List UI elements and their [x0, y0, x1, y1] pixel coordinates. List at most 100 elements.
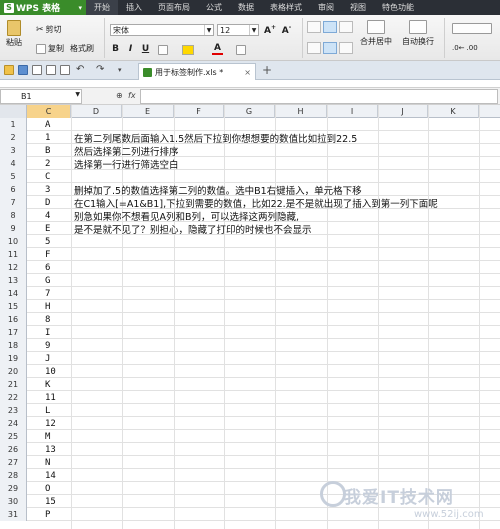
- row-header[interactable]: 13: [0, 274, 27, 287]
- cell-c[interactable]: 13: [27, 443, 71, 456]
- row-header[interactable]: 12: [0, 261, 27, 274]
- document-tab[interactable]: 用于标签制作.xls * ×: [138, 63, 256, 80]
- font-name-select[interactable]: 宋体 ▼: [110, 24, 214, 36]
- align-bottom-icon[interactable]: [339, 21, 353, 33]
- row-header[interactable]: 21: [0, 378, 27, 391]
- row-header[interactable]: 10: [0, 235, 27, 248]
- cell-c[interactable]: 7: [27, 287, 71, 300]
- cell-c[interactable]: 14: [27, 469, 71, 482]
- cell-c[interactable]: N: [27, 456, 71, 469]
- row-header[interactable]: 29: [0, 482, 27, 495]
- cell-c[interactable]: A: [27, 118, 71, 131]
- column-header-f[interactable]: F: [174, 105, 224, 118]
- open-folder-icon[interactable]: [4, 65, 14, 75]
- menu-table-style[interactable]: 表格样式: [262, 0, 310, 15]
- cell-d[interactable]: 删掉加了.5的数值选择第二列的数值。选中B1右键插入，单元格下移: [74, 183, 362, 197]
- zoom-search-icon[interactable]: ⊕: [116, 91, 123, 100]
- row-header[interactable]: 4: [0, 157, 27, 170]
- column-header-k[interactable]: K: [428, 105, 479, 118]
- cell-c[interactable]: 9: [27, 339, 71, 352]
- row-header[interactable]: 6: [0, 183, 27, 196]
- row-header[interactable]: 20: [0, 365, 27, 378]
- increase-font-icon[interactable]: A+: [264, 24, 276, 36]
- format-painter-button[interactable]: 格式刷: [70, 43, 94, 54]
- close-icon[interactable]: ×: [244, 68, 251, 77]
- save-icon[interactable]: [18, 65, 28, 75]
- menu-review[interactable]: 审阅: [310, 0, 342, 15]
- row-header[interactable]: 15: [0, 300, 27, 313]
- bold-icon[interactable]: B: [110, 44, 121, 54]
- cut-button[interactable]: ✂ 剪切: [36, 24, 62, 35]
- cell-c[interactable]: G: [27, 274, 71, 287]
- align-center-icon[interactable]: [323, 42, 337, 54]
- cell-c[interactable]: E: [27, 222, 71, 235]
- row-header[interactable]: 22: [0, 391, 27, 404]
- row-header[interactable]: 24: [0, 417, 27, 430]
- font-size-select[interactable]: 12 ▼: [217, 24, 259, 36]
- cell-c[interactable]: D: [27, 196, 71, 209]
- merge-center-button[interactable]: 合并居中: [360, 20, 392, 47]
- number-format-icon[interactable]: [452, 23, 492, 34]
- menu-data[interactable]: 数据: [230, 0, 262, 15]
- cell-c[interactable]: 8: [27, 313, 71, 326]
- row-header[interactable]: 14: [0, 287, 27, 300]
- column-header-e[interactable]: E: [122, 105, 174, 118]
- row-header[interactable]: 28: [0, 469, 27, 482]
- borders-icon[interactable]: [158, 45, 168, 55]
- row-header[interactable]: 1: [0, 118, 27, 131]
- print-icon[interactable]: [32, 65, 42, 75]
- column-header-j[interactable]: J: [378, 105, 428, 118]
- cell-c[interactable]: 1: [27, 131, 71, 144]
- paste-button[interactable]: 粘贴: [6, 20, 22, 48]
- menu-special[interactable]: 特色功能: [374, 0, 422, 15]
- cell-c[interactable]: 11: [27, 391, 71, 404]
- row-header[interactable]: 27: [0, 456, 27, 469]
- wrap-text-button[interactable]: 自动换行: [402, 20, 434, 47]
- decimal-icons[interactable]: .0← .00: [452, 44, 478, 52]
- cell-c[interactable]: F: [27, 248, 71, 261]
- align-left-icon[interactable]: [307, 42, 321, 54]
- row-header[interactable]: 23: [0, 404, 27, 417]
- cell-c[interactable]: 5: [27, 235, 71, 248]
- row-header[interactable]: 11: [0, 248, 27, 261]
- cell-c[interactable]: I: [27, 326, 71, 339]
- fx-icon[interactable]: fx: [128, 91, 136, 100]
- export-pdf-icon[interactable]: [60, 65, 70, 75]
- cell-c[interactable]: B: [27, 144, 71, 157]
- column-header-c[interactable]: C: [27, 105, 71, 118]
- cell-c[interactable]: P: [27, 508, 71, 521]
- cell-d[interactable]: 是不是就不见了？别担心，隐藏了打印的时候也不会显示: [74, 222, 312, 236]
- row-header[interactable]: 7: [0, 196, 27, 209]
- row-header[interactable]: 18: [0, 339, 27, 352]
- row-header[interactable]: 3: [0, 144, 27, 157]
- redo-icon[interactable]: ↷: [96, 65, 106, 75]
- row-header[interactable]: 9: [0, 222, 27, 235]
- column-header-i[interactable]: I: [327, 105, 378, 118]
- row-header[interactable]: 16: [0, 313, 27, 326]
- cell-d[interactable]: 别急如果你不想看见A列和B列，可以选择这两列隐藏,: [74, 209, 299, 223]
- menu-formulas[interactable]: 公式: [198, 0, 230, 15]
- underline-icon[interactable]: U: [140, 44, 151, 54]
- row-header[interactable]: 31: [0, 508, 27, 521]
- chevron-down-icon[interactable]: ▾: [118, 65, 128, 75]
- row-header[interactable]: 26: [0, 443, 27, 456]
- formula-input[interactable]: [140, 89, 498, 104]
- cell-c[interactable]: 2: [27, 157, 71, 170]
- cell-c[interactable]: H: [27, 300, 71, 313]
- cell-c[interactable]: L: [27, 404, 71, 417]
- wps-logo-menu[interactable]: S WPS 表格 ▾: [0, 0, 86, 15]
- column-header-g[interactable]: G: [224, 105, 275, 118]
- cell-d[interactable]: 然后选择第二列进行排序: [74, 144, 179, 158]
- row-header[interactable]: 19: [0, 352, 27, 365]
- clear-format-icon[interactable]: [236, 45, 246, 55]
- cell-c[interactable]: 6: [27, 261, 71, 274]
- cell-c[interactable]: 15: [27, 495, 71, 508]
- menu-insert[interactable]: 插入: [118, 0, 150, 15]
- cell-d[interactable]: 在C1输入[=A1&B1],下拉到需要的数值，比如22.是不是就出现了插入到第一…: [74, 196, 438, 210]
- row-header[interactable]: 8: [0, 209, 27, 222]
- align-top-icon[interactable]: [307, 21, 321, 33]
- cell-c[interactable]: 12: [27, 417, 71, 430]
- row-header[interactable]: 2: [0, 131, 27, 144]
- fill-color-icon[interactable]: [182, 45, 194, 55]
- italic-icon[interactable]: I: [125, 44, 136, 54]
